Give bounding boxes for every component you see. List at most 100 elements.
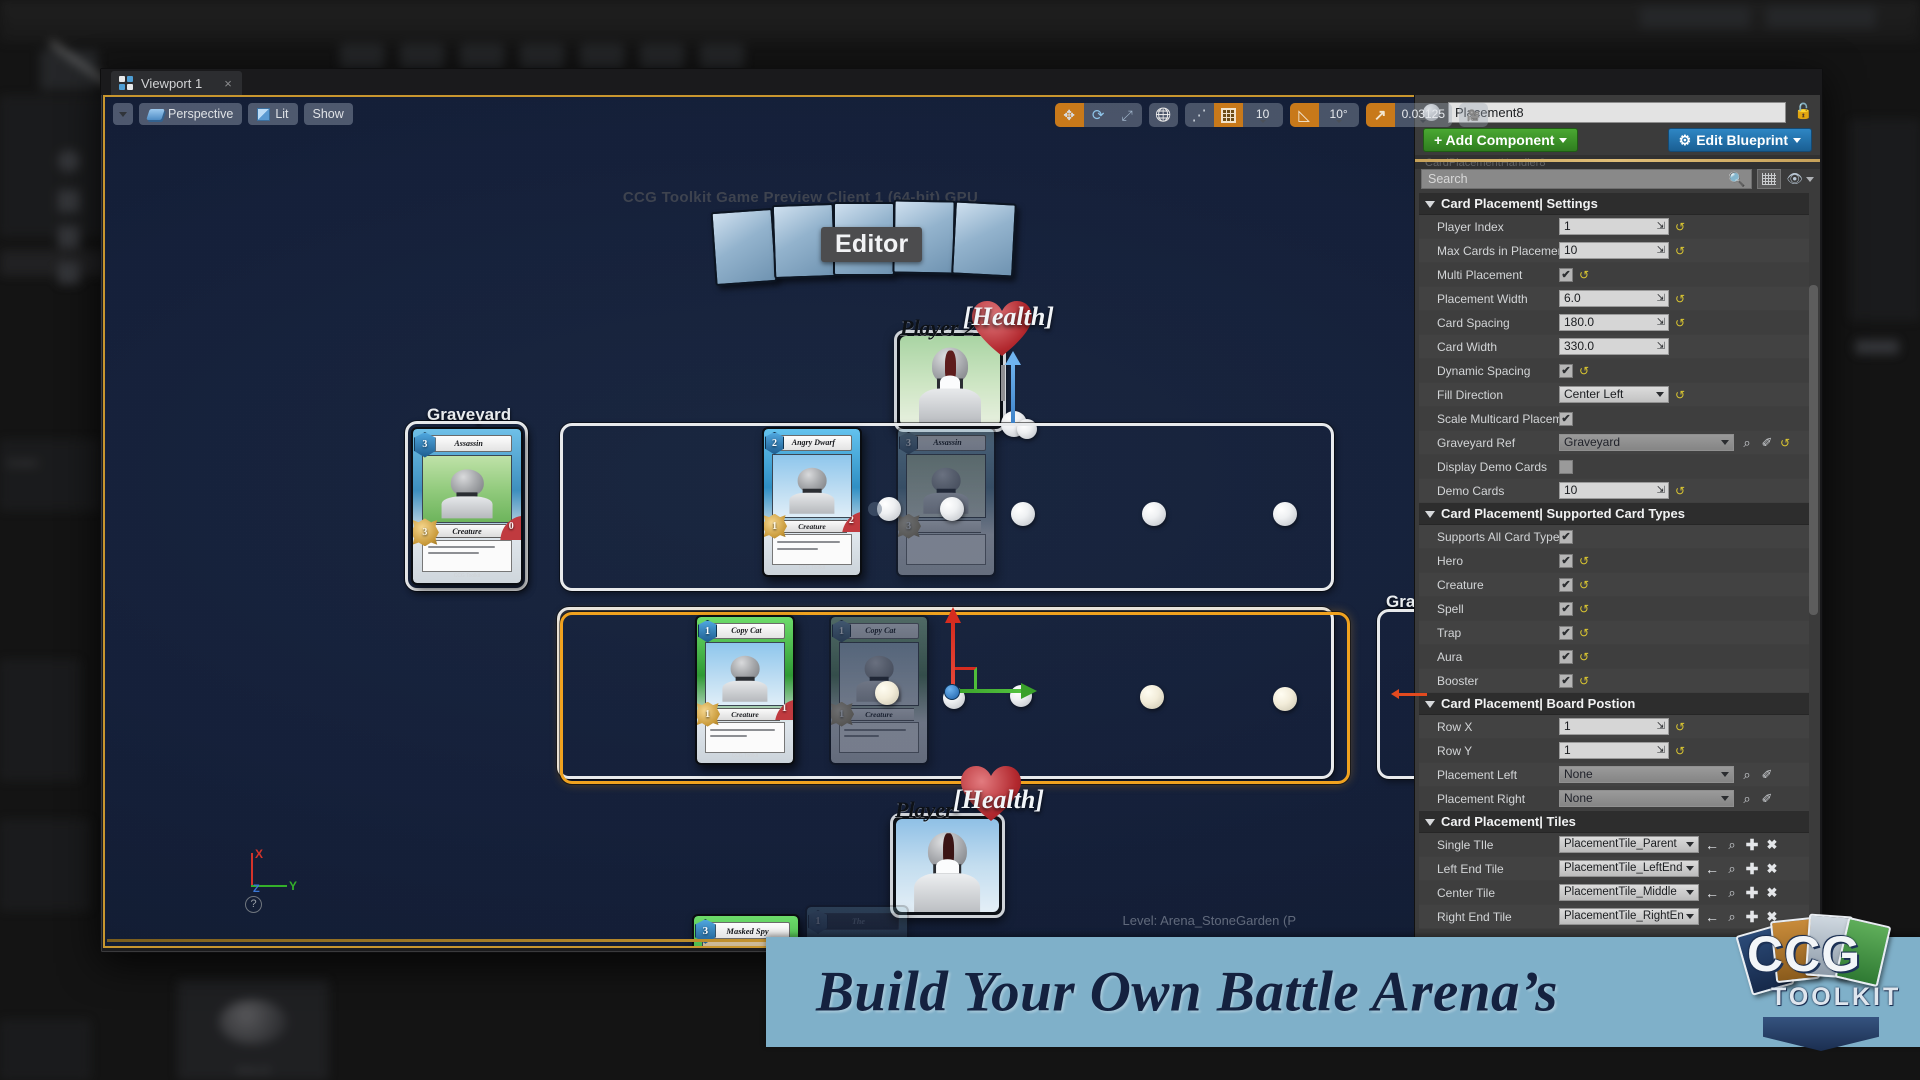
rotate-mode-button[interactable]: [1084, 103, 1113, 127]
revert-icon[interactable]: ↺: [1579, 365, 1589, 377]
surface-snap-button[interactable]: [1185, 103, 1214, 127]
add-icon[interactable]: ✚: [1745, 884, 1759, 902]
grid-snap-value[interactable]: 10: [1243, 103, 1283, 127]
revert-icon[interactable]: ↺: [1780, 437, 1790, 449]
spinner-icon[interactable]: [1654, 342, 1664, 352]
number-input[interactable]: 180.0: [1559, 314, 1669, 331]
revert-icon[interactable]: ↺: [1579, 603, 1589, 615]
revert-icon[interactable]: ↺: [1675, 221, 1685, 233]
tab-viewport-1[interactable]: Viewport 1 ×: [111, 71, 242, 95]
revert-icon[interactable]: ↺: [1579, 579, 1589, 591]
details-visibility-menu[interactable]: 👁: [1786, 171, 1814, 187]
checkbox[interactable]: ✔: [1559, 602, 1573, 616]
checkbox[interactable]: ✔: [1559, 554, 1573, 568]
viewport-show-button[interactable]: Show: [304, 103, 353, 125]
details-layout-toggle[interactable]: [1757, 169, 1781, 189]
revert-icon[interactable]: ↺: [1675, 721, 1685, 733]
revert-icon[interactable]: ↺: [1675, 317, 1685, 329]
checkbox[interactable]: [1559, 460, 1573, 474]
number-input[interactable]: 330.0: [1559, 338, 1669, 355]
placement-slot-ball[interactable]: [1273, 502, 1297, 526]
clear-icon[interactable]: ✖: [1765, 861, 1779, 877]
scale-snap-value[interactable]: 0.03125: [1395, 103, 1452, 127]
spinner-icon[interactable]: [1654, 486, 1664, 496]
gizmo-z-axis[interactable]: [951, 621, 955, 693]
object-reference-select[interactable]: Graveyard: [1559, 434, 1734, 451]
card-angry-dwarf[interactable]: Angry Dwarf Creature 2 1 2 CCG Toolkit: [762, 427, 862, 577]
help-icon[interactable]: ?: [245, 896, 262, 913]
number-input[interactable]: 10: [1559, 242, 1669, 259]
viewport-perspective-button[interactable]: Perspective: [139, 103, 242, 125]
player-1-portrait[interactable]: [890, 813, 1005, 918]
number-input[interactable]: 1: [1559, 218, 1669, 235]
viewport-viewmode-button[interactable]: Lit: [248, 103, 297, 125]
checkbox[interactable]: ✔: [1559, 626, 1573, 640]
dropdown-select[interactable]: Center Left: [1559, 386, 1669, 403]
revert-icon[interactable]: ↺: [1675, 745, 1685, 757]
spinner-icon[interactable]: [1654, 294, 1664, 304]
add-icon[interactable]: ✚: [1745, 836, 1759, 854]
revert-icon[interactable]: ↺: [1675, 389, 1685, 401]
tile-reference-select[interactable]: PlacementTile_Parent: [1559, 836, 1699, 853]
spinner-icon[interactable]: [1654, 222, 1664, 232]
revert-icon[interactable]: ↺: [1579, 675, 1589, 687]
spinner-icon[interactable]: [1654, 722, 1664, 732]
number-input[interactable]: 1: [1559, 742, 1669, 759]
placement-slot-ball[interactable]: [1140, 685, 1164, 709]
category-header[interactable]: Card Placement| Board Postion: [1419, 693, 1809, 715]
use-selected-icon[interactable]: ←: [1705, 885, 1719, 901]
object-reference-select[interactable]: None: [1559, 790, 1734, 807]
placement-slot-ball[interactable]: [1011, 502, 1035, 526]
checkbox[interactable]: ✔: [1559, 364, 1573, 378]
checkbox[interactable]: ✔: [1559, 674, 1573, 688]
spinner-icon[interactable]: [1654, 246, 1664, 256]
tile-reference-select[interactable]: PlacementTile_LeftEnd: [1559, 860, 1699, 877]
tile-reference-select[interactable]: PlacementTile_RightEn: [1559, 908, 1699, 925]
checkbox[interactable]: ✔: [1559, 578, 1573, 592]
object-reference-select[interactable]: None: [1559, 766, 1734, 783]
revert-icon[interactable]: ↺: [1675, 293, 1685, 305]
checkbox[interactable]: ✔: [1559, 412, 1573, 426]
search-input[interactable]: Search 🔍: [1421, 169, 1752, 189]
spinner-icon[interactable]: [1654, 318, 1664, 328]
use-selected-icon[interactable]: ←: [1705, 909, 1719, 925]
add-icon[interactable]: ✚: [1745, 860, 1759, 878]
viewport-canvas[interactable]: CCG Toolkit Game Preview Client 1 (64-bi…: [103, 95, 1498, 948]
angle-snap-toggle[interactable]: [1290, 103, 1319, 127]
browse-icon[interactable]: ⌕: [1725, 861, 1739, 877]
checkbox[interactable]: ✔: [1559, 268, 1573, 282]
details-property-list[interactable]: Card Placement| SettingsPlayer Index1↺Ma…: [1419, 193, 1809, 948]
grid-snap-toggle[interactable]: [1214, 103, 1243, 127]
details-scrollbar[interactable]: [1809, 285, 1818, 615]
placement-slot-ball[interactable]: [1273, 687, 1297, 711]
tile-reference-select[interactable]: PlacementTile_Middle: [1559, 884, 1699, 901]
camera-speed-button[interactable]: [1459, 103, 1488, 127]
spinner-icon[interactable]: [1654, 746, 1664, 756]
browse-icon[interactable]: ⌕: [1725, 885, 1739, 901]
eyedropper-icon[interactable]: ✐: [1760, 791, 1774, 807]
scale-snap-toggle[interactable]: [1366, 103, 1395, 127]
edit-blueprint-button[interactable]: ⚙ Edit Blueprint: [1668, 128, 1812, 152]
revert-icon[interactable]: ↺: [1579, 651, 1589, 663]
placement-slot-ball[interactable]: [940, 497, 964, 521]
browse-icon[interactable]: ⌕: [1740, 435, 1754, 451]
revert-icon[interactable]: ↺: [1579, 269, 1589, 281]
use-selected-icon[interactable]: ←: [1705, 837, 1719, 853]
checkbox[interactable]: ✔: [1559, 530, 1573, 544]
card-copy-cat-1[interactable]: Copy Cat Creature 1 1 1 CCG Toolkit: [695, 615, 795, 765]
angle-snap-value[interactable]: 10°: [1319, 103, 1359, 127]
gizmo-y-axis[interactable]: [951, 689, 1023, 693]
browse-icon[interactable]: ⌕: [1725, 837, 1739, 853]
clear-icon[interactable]: ✖: [1765, 885, 1779, 901]
translate-mode-button[interactable]: [1055, 103, 1084, 127]
clear-icon[interactable]: ✖: [1765, 837, 1779, 853]
add-component-button[interactable]: + Add Component: [1423, 128, 1578, 152]
use-selected-icon[interactable]: ←: [1705, 861, 1719, 877]
revert-icon[interactable]: ↺: [1675, 485, 1685, 497]
browse-icon[interactable]: ⌕: [1740, 791, 1754, 807]
actor-name-input[interactable]: Placement8: [1448, 102, 1786, 123]
placement-slot-ball[interactable]: [875, 681, 899, 705]
category-header[interactable]: Card Placement| Supported Card Types: [1419, 503, 1809, 525]
lock-icon[interactable]: 🔓: [1794, 103, 1812, 121]
number-input[interactable]: 1: [1559, 718, 1669, 735]
